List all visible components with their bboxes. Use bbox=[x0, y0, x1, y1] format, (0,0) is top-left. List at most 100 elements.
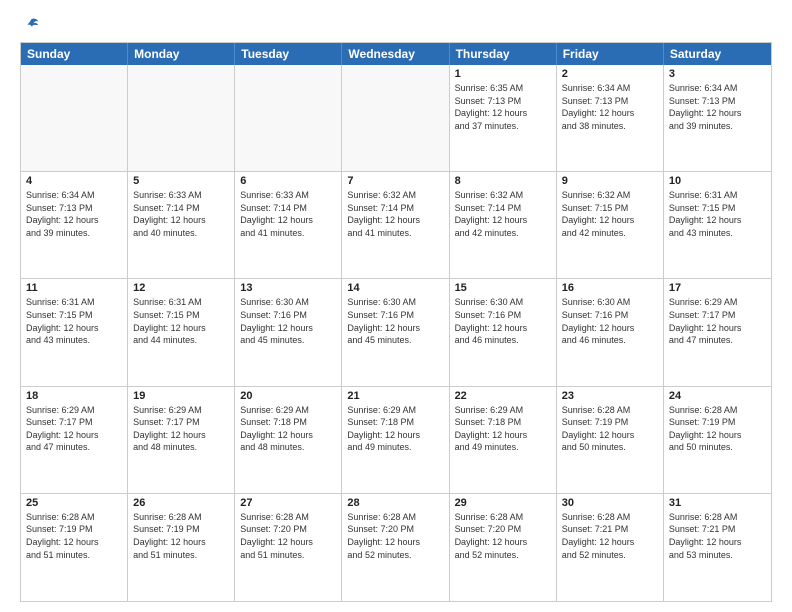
cell-info: Sunrise: 6:29 AM Sunset: 7:18 PM Dayligh… bbox=[455, 404, 551, 454]
calendar-cell: 20Sunrise: 6:29 AM Sunset: 7:18 PM Dayli… bbox=[235, 387, 342, 493]
calendar-week: 25 Sunrise: 6:28 AM Sunset: 7:19 PM Dayli… bbox=[21, 494, 771, 601]
day-number: 6 bbox=[240, 175, 336, 187]
calendar-cell: 23Sunrise: 6:28 AM Sunset: 7:19 PM Dayli… bbox=[557, 387, 664, 493]
cell-info: Sunrise: 6:34 AM Sunset: 7:13 PM Dayligh… bbox=[562, 82, 658, 132]
calendar-body: 1 Sunrise: 6:35 AM Sunset: 7:13 PM Daylig… bbox=[21, 65, 771, 601]
header bbox=[20, 16, 772, 34]
day-number: 18 bbox=[26, 390, 122, 402]
calendar-cell: 31 Sunrise: 6:28 AM Sunset: 7:21 PM Dayli… bbox=[664, 494, 771, 601]
day-number: 27 bbox=[240, 497, 336, 509]
day-number: 16 bbox=[562, 282, 658, 294]
cell-info: Sunrise: 6:28 AM Sunset: 7:20 PM Dayligh… bbox=[240, 511, 336, 561]
day-number: 19 bbox=[133, 390, 229, 402]
calendar-header-day: Friday bbox=[557, 43, 664, 65]
calendar-cell: 29 Sunrise: 6:28 AM Sunset: 7:20 PM Dayli… bbox=[450, 494, 557, 601]
cell-info: Sunrise: 6:29 AM Sunset: 7:18 PM Dayligh… bbox=[347, 404, 443, 454]
day-number: 10 bbox=[669, 175, 766, 187]
cell-info: Sunrise: 6:28 AM Sunset: 7:19 PM Dayligh… bbox=[133, 511, 229, 561]
cell-info: Sunrise: 6:30 AM Sunset: 7:16 PM Dayligh… bbox=[240, 296, 336, 346]
day-number: 14 bbox=[347, 282, 443, 294]
cell-info: Sunrise: 6:32 AM Sunset: 7:14 PM Dayligh… bbox=[455, 189, 551, 239]
logo-bird-icon bbox=[22, 16, 40, 34]
cell-info: Sunrise: 6:34 AM Sunset: 7:13 PM Dayligh… bbox=[669, 82, 766, 132]
day-number: 3 bbox=[669, 68, 766, 80]
calendar-cell: 11 Sunrise: 6:31 AM Sunset: 7:15 PM Dayli… bbox=[21, 279, 128, 385]
cell-info: Sunrise: 6:29 AM Sunset: 7:17 PM Dayligh… bbox=[669, 296, 766, 346]
calendar-cell: 22 Sunrise: 6:29 AM Sunset: 7:18 PM Dayli… bbox=[450, 387, 557, 493]
calendar-cell: 2 Sunrise: 6:34 AM Sunset: 7:13 PM Daylig… bbox=[557, 65, 664, 171]
day-number: 17 bbox=[669, 282, 766, 294]
calendar-header-day: Sunday bbox=[21, 43, 128, 65]
cell-info: Sunrise: 6:35 AM Sunset: 7:13 PM Dayligh… bbox=[455, 82, 551, 132]
day-number: 9 bbox=[562, 175, 658, 187]
calendar-header-day: Thursday bbox=[450, 43, 557, 65]
calendar-week: 18 Sunrise: 6:29 AM Sunset: 7:17 PM Dayli… bbox=[21, 387, 771, 494]
cell-info: Sunrise: 6:31 AM Sunset: 7:15 PM Dayligh… bbox=[669, 189, 766, 239]
calendar-cell: 18 Sunrise: 6:29 AM Sunset: 7:17 PM Dayli… bbox=[21, 387, 128, 493]
day-number: 8 bbox=[455, 175, 551, 187]
cell-info: Sunrise: 6:30 AM Sunset: 7:16 PM Dayligh… bbox=[455, 296, 551, 346]
day-number: 21 bbox=[347, 390, 443, 402]
calendar-cell: 8 Sunrise: 6:32 AM Sunset: 7:14 PM Daylig… bbox=[450, 172, 557, 278]
calendar-cell: 3 Sunrise: 6:34 AM Sunset: 7:13 PM Daylig… bbox=[664, 65, 771, 171]
day-number: 13 bbox=[240, 282, 336, 294]
cell-info: Sunrise: 6:28 AM Sunset: 7:21 PM Dayligh… bbox=[669, 511, 766, 561]
day-number: 24 bbox=[669, 390, 766, 402]
day-number: 25 bbox=[26, 497, 122, 509]
calendar-cell: 21 Sunrise: 6:29 AM Sunset: 7:18 PM Dayli… bbox=[342, 387, 449, 493]
calendar-header-day: Saturday bbox=[664, 43, 771, 65]
cell-info: Sunrise: 6:29 AM Sunset: 7:18 PM Dayligh… bbox=[240, 404, 336, 454]
day-number: 15 bbox=[455, 282, 551, 294]
cell-info: Sunrise: 6:34 AM Sunset: 7:13 PM Dayligh… bbox=[26, 189, 122, 239]
calendar-cell: 9 Sunrise: 6:32 AM Sunset: 7:15 PM Daylig… bbox=[557, 172, 664, 278]
cell-info: Sunrise: 6:31 AM Sunset: 7:15 PM Dayligh… bbox=[26, 296, 122, 346]
calendar-cell: 26 Sunrise: 6:28 AM Sunset: 7:19 PM Dayli… bbox=[128, 494, 235, 601]
cell-info: Sunrise: 6:33 AM Sunset: 7:14 PM Dayligh… bbox=[133, 189, 229, 239]
cell-info: Sunrise: 6:30 AM Sunset: 7:16 PM Dayligh… bbox=[347, 296, 443, 346]
calendar-cell: 1 Sunrise: 6:35 AM Sunset: 7:13 PM Daylig… bbox=[450, 65, 557, 171]
calendar-week: 4 Sunrise: 6:34 AM Sunset: 7:13 PM Daylig… bbox=[21, 172, 771, 279]
calendar-cell: 27 Sunrise: 6:28 AM Sunset: 7:20 PM Dayli… bbox=[235, 494, 342, 601]
cell-info: Sunrise: 6:28 AM Sunset: 7:19 PM Dayligh… bbox=[669, 404, 766, 454]
calendar-cell: 5Sunrise: 6:33 AM Sunset: 7:14 PM Daylig… bbox=[128, 172, 235, 278]
day-number: 30 bbox=[562, 497, 658, 509]
calendar-cell: 28Sunrise: 6:28 AM Sunset: 7:20 PM Dayli… bbox=[342, 494, 449, 601]
calendar-cell: 30 Sunrise: 6:28 AM Sunset: 7:21 PM Dayli… bbox=[557, 494, 664, 601]
calendar-header-day: Wednesday bbox=[342, 43, 449, 65]
calendar-cell: 15 Sunrise: 6:30 AM Sunset: 7:16 PM Dayli… bbox=[450, 279, 557, 385]
cell-info: Sunrise: 6:28 AM Sunset: 7:19 PM Dayligh… bbox=[26, 511, 122, 561]
day-number: 26 bbox=[133, 497, 229, 509]
cell-info: Sunrise: 6:33 AM Sunset: 7:14 PM Dayligh… bbox=[240, 189, 336, 239]
calendar-cell: 16 Sunrise: 6:30 AM Sunset: 7:16 PM Dayli… bbox=[557, 279, 664, 385]
cell-info: Sunrise: 6:29 AM Sunset: 7:17 PM Dayligh… bbox=[133, 404, 229, 454]
calendar: SundayMondayTuesdayWednesdayThursdayFrid… bbox=[20, 42, 772, 602]
cell-info: Sunrise: 6:28 AM Sunset: 7:20 PM Dayligh… bbox=[347, 511, 443, 561]
calendar-cell: 4 Sunrise: 6:34 AM Sunset: 7:13 PM Daylig… bbox=[21, 172, 128, 278]
day-number: 7 bbox=[347, 175, 443, 187]
cell-info: Sunrise: 6:30 AM Sunset: 7:16 PM Dayligh… bbox=[562, 296, 658, 346]
calendar-week: 1 Sunrise: 6:35 AM Sunset: 7:13 PM Daylig… bbox=[21, 65, 771, 172]
calendar-header: SundayMondayTuesdayWednesdayThursdayFrid… bbox=[21, 43, 771, 65]
day-number: 4 bbox=[26, 175, 122, 187]
calendar-cell bbox=[235, 65, 342, 171]
day-number: 1 bbox=[455, 68, 551, 80]
calendar-header-day: Tuesday bbox=[235, 43, 342, 65]
cell-info: Sunrise: 6:29 AM Sunset: 7:17 PM Dayligh… bbox=[26, 404, 122, 454]
day-number: 31 bbox=[669, 497, 766, 509]
page: SundayMondayTuesdayWednesdayThursdayFrid… bbox=[0, 0, 792, 612]
calendar-cell: 25 Sunrise: 6:28 AM Sunset: 7:19 PM Dayli… bbox=[21, 494, 128, 601]
calendar-header-day: Monday bbox=[128, 43, 235, 65]
day-number: 2 bbox=[562, 68, 658, 80]
logo bbox=[20, 16, 40, 34]
calendar-cell: 6 Sunrise: 6:33 AM Sunset: 7:14 PM Daylig… bbox=[235, 172, 342, 278]
calendar-cell bbox=[128, 65, 235, 171]
cell-info: Sunrise: 6:28 AM Sunset: 7:21 PM Dayligh… bbox=[562, 511, 658, 561]
day-number: 11 bbox=[26, 282, 122, 294]
calendar-cell bbox=[21, 65, 128, 171]
calendar-cell: 10 Sunrise: 6:31 AM Sunset: 7:15 PM Dayli… bbox=[664, 172, 771, 278]
cell-info: Sunrise: 6:32 AM Sunset: 7:15 PM Dayligh… bbox=[562, 189, 658, 239]
day-number: 22 bbox=[455, 390, 551, 402]
day-number: 23 bbox=[562, 390, 658, 402]
day-number: 29 bbox=[455, 497, 551, 509]
cell-info: Sunrise: 6:28 AM Sunset: 7:20 PM Dayligh… bbox=[455, 511, 551, 561]
